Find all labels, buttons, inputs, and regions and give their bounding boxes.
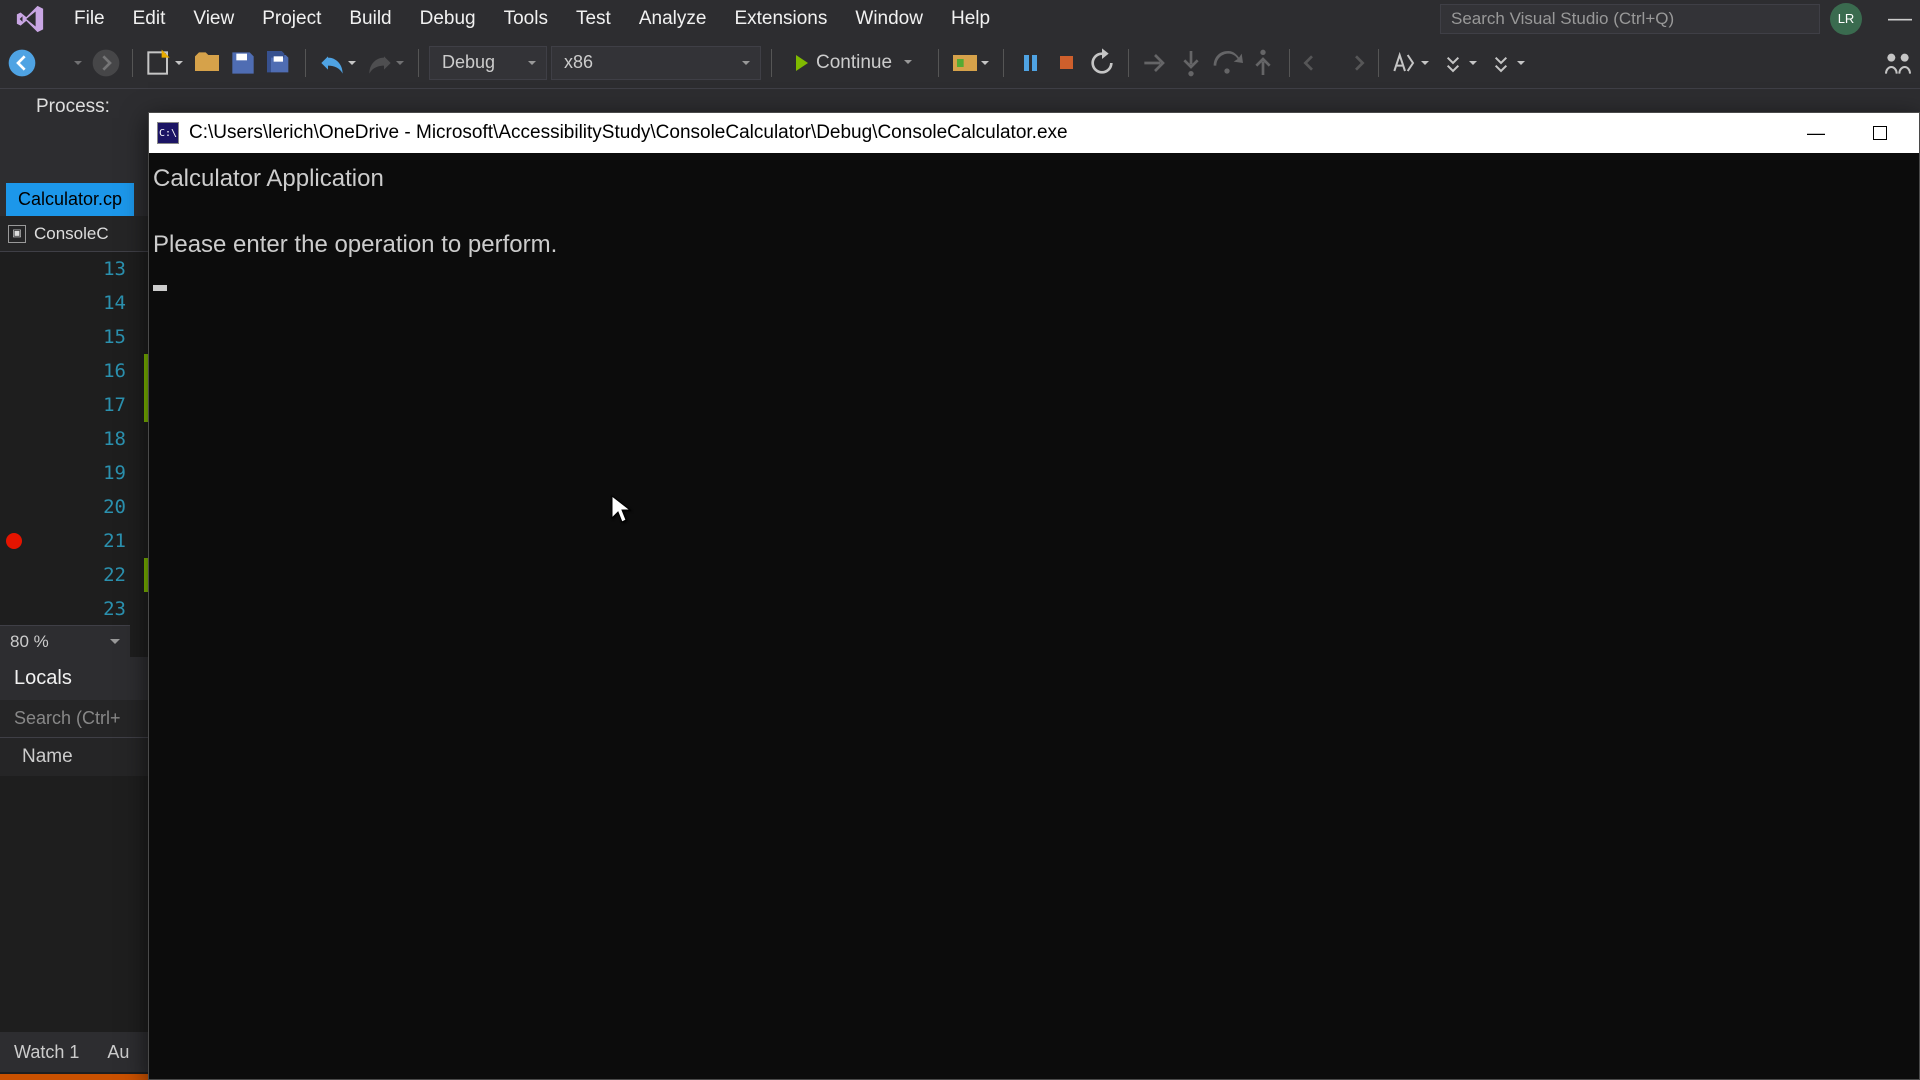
menu-edit[interactable]: Edit	[119, 2, 180, 36]
gutter-line: 18	[0, 422, 150, 456]
main-toolbar: Debug x86 Continue	[0, 37, 1920, 89]
undo-button[interactable]	[316, 47, 348, 79]
console-line: Please enter the operation to perform.	[153, 231, 557, 258]
gutter-line: 13	[0, 252, 150, 286]
status-bar	[0, 1074, 150, 1080]
console-output[interactable]: Calculator Application Please enter the …	[149, 153, 1919, 312]
console-app-icon: C:\	[157, 122, 179, 144]
menu-analyze[interactable]: Analyze	[625, 2, 721, 36]
save-all-button[interactable]	[263, 47, 295, 79]
break-all-button[interactable]	[1014, 47, 1046, 79]
console-cursor	[153, 285, 167, 291]
locals-title[interactable]: Locals	[0, 657, 150, 700]
context-nav-bar[interactable]: ▣ ConsoleC	[0, 216, 150, 252]
locals-search-input[interactable]: Search (Ctrl+	[0, 700, 150, 737]
console-titlebar[interactable]: C:\ C:\Users\lerich\OneDrive - Microsoft…	[149, 113, 1919, 153]
breakpoint-icon[interactable]	[6, 533, 22, 549]
console-line: Calculator Application	[153, 165, 384, 192]
solution-platform-dropdown[interactable]: x86	[551, 46, 761, 80]
redo-button[interactable]	[364, 47, 396, 79]
gutter-line: 21	[0, 524, 150, 558]
menu-help[interactable]: Help	[937, 2, 1004, 36]
gutter-line: 16	[0, 354, 150, 388]
gutter-line: 15	[0, 320, 150, 354]
vs-logo-icon	[0, 4, 60, 34]
menu-extensions[interactable]: Extensions	[720, 2, 841, 36]
console-window: C:\ C:\Users\lerich\OneDrive - Microsoft…	[148, 112, 1920, 1080]
gutter-line: 17	[0, 388, 150, 422]
toolbar-separator	[418, 49, 419, 77]
process-label: Process:	[36, 96, 110, 118]
toolbar-overflow-1[interactable]	[1437, 47, 1469, 79]
redo-arrow-icon[interactable]	[1336, 47, 1368, 79]
user-avatar[interactable]: LR	[1830, 3, 1862, 35]
gutter-line: 19	[0, 456, 150, 490]
toolbar-separator	[938, 49, 939, 77]
toolbar-separator	[1003, 49, 1004, 77]
toolbar-separator	[771, 49, 772, 77]
menu-debug[interactable]: Debug	[406, 2, 490, 36]
context-project-name: ConsoleC	[34, 224, 109, 244]
menu-window[interactable]: Window	[841, 2, 937, 36]
editor-tab-row: Calculator.cp	[0, 180, 150, 216]
search-input[interactable]: Search Visual Studio (Ctrl+Q)	[1440, 4, 1820, 34]
stop-debugging-button[interactable]	[1050, 47, 1082, 79]
show-next-statement-button[interactable]	[1139, 47, 1171, 79]
open-file-button[interactable]	[191, 47, 223, 79]
title-bar: File Edit View Project Build Debug Tools…	[0, 0, 1920, 37]
main-menu: File Edit View Project Build Debug Tools…	[60, 2, 1004, 36]
menu-build[interactable]: Build	[335, 2, 405, 36]
tab-autos[interactable]: Au	[93, 1034, 143, 1071]
editor-gutter: 13 14 15 16 17 18 19 20 21 22 23	[0, 252, 150, 626]
new-item-button[interactable]	[143, 47, 175, 79]
menu-project[interactable]: Project	[248, 2, 335, 36]
editor-tab-calculator[interactable]: Calculator.cp	[6, 183, 134, 216]
toolbar-separator	[1378, 49, 1379, 77]
menu-tools[interactable]: Tools	[490, 2, 562, 36]
play-icon	[796, 55, 808, 71]
toolbar-separator	[1128, 49, 1129, 77]
menu-view[interactable]: View	[179, 2, 248, 36]
zoom-dropdown[interactable]: 80 %	[0, 625, 130, 657]
nav-forward-button[interactable]	[90, 47, 122, 79]
step-out-button[interactable]	[1247, 47, 1279, 79]
undo-arrow-icon[interactable]	[1300, 47, 1332, 79]
live-share-button[interactable]	[1882, 47, 1914, 79]
continue-label: Continue	[816, 52, 892, 74]
toolbar-separator	[132, 49, 133, 77]
pause-icon	[1024, 55, 1037, 71]
nav-back-button[interactable]	[6, 47, 38, 79]
toolbar-separator	[305, 49, 306, 77]
restart-button[interactable]	[1086, 47, 1118, 79]
gutter-line: 14	[0, 286, 150, 320]
project-icon: ▣	[8, 225, 26, 243]
window-minimize-icon[interactable]: —	[1880, 5, 1920, 33]
step-over-button[interactable]	[1211, 47, 1243, 79]
continue-button[interactable]: Continue	[782, 46, 906, 80]
locals-panel: Locals Search (Ctrl+ Name	[0, 657, 150, 776]
debug-target-dropdown[interactable]	[949, 47, 981, 79]
tab-watch1[interactable]: Watch 1	[0, 1034, 93, 1071]
gutter-line: 22	[0, 558, 150, 592]
save-button[interactable]	[227, 47, 259, 79]
locals-column-name[interactable]: Name	[0, 737, 150, 776]
intellicode-button[interactable]	[1389, 47, 1421, 79]
menu-test[interactable]: Test	[562, 2, 625, 36]
stop-icon	[1060, 56, 1073, 69]
nav-back-dropdown[interactable]	[42, 47, 74, 79]
gutter-line: 20	[0, 490, 150, 524]
solution-config-dropdown[interactable]: Debug	[429, 46, 547, 80]
bottom-tab-strip: Watch 1 Au	[0, 1032, 150, 1072]
toolbar-separator	[1289, 49, 1290, 77]
gutter-line: 23	[0, 592, 150, 626]
toolbar-overflow-2[interactable]	[1485, 47, 1517, 79]
step-into-button[interactable]	[1175, 47, 1207, 79]
menu-file[interactable]: File	[60, 2, 119, 36]
console-minimize-button[interactable]: —	[1799, 119, 1833, 147]
console-maximize-button[interactable]	[1863, 119, 1897, 147]
console-title-path: C:\Users\lerich\OneDrive - Microsoft\Acc…	[189, 122, 1799, 144]
